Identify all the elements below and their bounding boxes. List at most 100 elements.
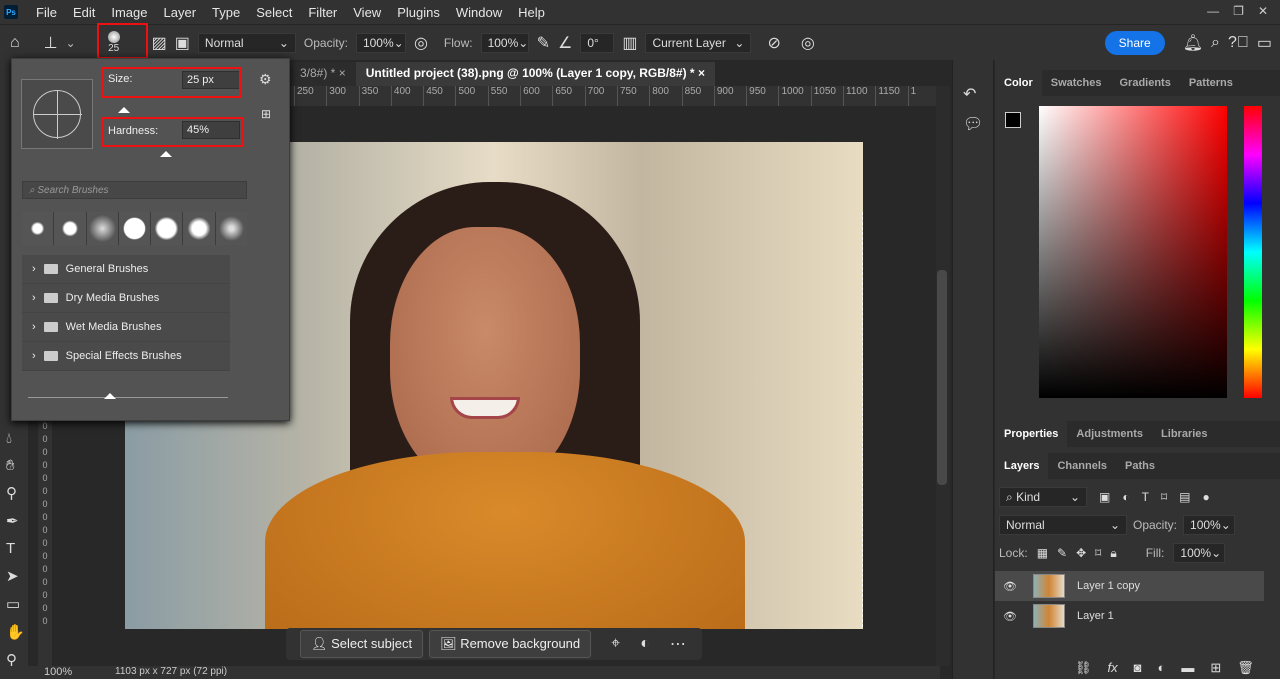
tab-gradients[interactable]: Gradients: [1110, 70, 1179, 96]
rectangle-tool-icon[interactable]: ▭: [6, 595, 25, 613]
gear-icon[interactable]: ⚙: [259, 71, 272, 88]
tab-color[interactable]: Color: [995, 70, 1042, 96]
search-brushes-input[interactable]: ⌕ Search Brushes: [22, 181, 247, 199]
zoom-level[interactable]: 100%: [44, 666, 72, 678]
tab-channels[interactable]: Channels: [1048, 453, 1116, 479]
path-select-icon[interactable]: ➤: [6, 567, 25, 585]
menu-plugins[interactable]: Plugins: [389, 5, 448, 20]
folder-wet-media-brushes[interactable]: › Wet Media Brushes: [22, 313, 230, 342]
group-folder-icon[interactable]: ▬: [1181, 660, 1194, 676]
brush-tip[interactable]: [151, 212, 183, 245]
close-tab-icon[interactable]: ×: [698, 66, 705, 80]
aligned-icon[interactable]: ▥: [622, 33, 637, 53]
layer-filter-select[interactable]: ⌕ Kind ⌄: [999, 487, 1087, 507]
menu-help[interactable]: Help: [510, 5, 553, 20]
minimize-icon[interactable]: —: [1207, 4, 1219, 18]
opacity-input[interactable]: 100% ⌄: [355, 32, 406, 53]
sample-select[interactable]: Current Layer ⌄: [645, 32, 752, 53]
menu-image[interactable]: Image: [103, 5, 155, 20]
pressure-size-icon[interactable]: ◎: [801, 33, 815, 53]
menu-file[interactable]: File: [28, 5, 65, 20]
color-field[interactable]: [1039, 106, 1227, 398]
select-subject-button[interactable]: 👤︎ Select subject: [300, 630, 424, 658]
type-filter-icon[interactable]: T: [1142, 490, 1149, 504]
layer-row-layer-1[interactable]: 👁︎ Layer 1: [995, 601, 1280, 631]
close-icon[interactable]: ✕: [1258, 4, 1268, 18]
menu-view[interactable]: View: [345, 5, 389, 20]
lock-image-icon[interactable]: ✎: [1057, 546, 1067, 560]
brush-settings-icon[interactable]: ▨: [152, 33, 167, 53]
share-button[interactable]: Share: [1104, 30, 1165, 55]
brush-tip[interactable]: [86, 212, 118, 245]
tab-libraries[interactable]: Libraries: [1152, 421, 1216, 447]
fx-icon[interactable]: fx: [1108, 660, 1118, 676]
hand-tool-icon[interactable]: ✋: [6, 623, 25, 641]
new-layer-icon[interactable]: ⊞: [1210, 660, 1221, 676]
type-tool-icon[interactable]: T: [6, 540, 25, 557]
adjustment-filter-icon[interactable]: ◐: [1122, 490, 1129, 504]
mode-select[interactable]: Normal ⌄: [197, 32, 296, 53]
pressure-opacity-icon[interactable]: ◎: [414, 33, 428, 53]
size-slider-handle[interactable]: [118, 101, 130, 113]
pixel-filter-icon[interactable]: ▣: [1099, 490, 1110, 504]
home-icon[interactable]: ⌂: [10, 34, 20, 52]
lock-artboard-icon[interactable]: ⌑: [1095, 546, 1101, 560]
pen-tool-icon[interactable]: ✒︎: [6, 512, 25, 530]
filter-toggle-icon[interactable]: ●: [1202, 490, 1209, 504]
tab-adjustments[interactable]: Adjustments: [1067, 421, 1152, 447]
bell-icon[interactable]: 🔔︎: [1183, 33, 1203, 53]
menu-edit[interactable]: Edit: [65, 5, 103, 20]
folder-special-effects-brushes[interactable]: › Special Effects Brushes: [22, 342, 230, 371]
tab-previous-document[interactable]: 3/8#) * ×: [290, 62, 356, 86]
layer-row-layer-1-copy[interactable]: 👁︎ Layer 1 copy: [995, 571, 1264, 601]
clone-stamp-icon[interactable]: ⊥: [44, 33, 58, 53]
ignore-adjustment-icon[interactable]: ⊘: [767, 33, 780, 53]
restore-icon[interactable]: ❐: [1233, 4, 1244, 18]
tab-swatches[interactable]: Swatches: [1042, 70, 1111, 96]
airbrush-icon[interactable]: ✎: [537, 33, 550, 53]
menu-type[interactable]: Type: [204, 5, 248, 20]
preview-size-slider[interactable]: [28, 397, 228, 398]
more-icon[interactable]: ⋯: [670, 634, 686, 654]
menu-filter[interactable]: Filter: [300, 5, 345, 20]
lock-transparent-icon[interactable]: ▦: [1037, 546, 1048, 560]
transform-icon[interactable]: ⌖: [611, 635, 620, 653]
foreground-color-swatch[interactable]: [1005, 112, 1021, 128]
layer-blend-select[interactable]: Normal ⌄: [999, 515, 1127, 535]
adjustment-icon[interactable]: ◐: [640, 635, 650, 653]
lock-all-icon[interactable]: 🔒︎: [1110, 546, 1116, 561]
link-icon[interactable]: ⛓︎: [1075, 660, 1092, 676]
lock-position-icon[interactable]: ✥: [1076, 546, 1086, 560]
brush-tip[interactable]: [22, 212, 54, 245]
angle-input[interactable]: 0°: [580, 32, 615, 53]
hue-slider[interactable]: [1244, 106, 1262, 398]
dodge-tool-icon[interactable]: ✋︎: [6, 457, 25, 474]
layer-opacity-input[interactable]: 100% ⌄: [1183, 515, 1236, 535]
brush-angle-preview[interactable]: [21, 79, 93, 149]
history-icon[interactable]: ↶: [963, 84, 993, 104]
tab-patterns[interactable]: Patterns: [1180, 70, 1242, 96]
blur-tool-icon[interactable]: 💧︎: [6, 430, 25, 447]
menu-window[interactable]: Window: [448, 5, 510, 20]
tab-paths[interactable]: Paths: [1116, 453, 1164, 479]
preview-size-handle[interactable]: [104, 387, 116, 399]
brush-tip[interactable]: [54, 212, 86, 245]
clone-source-icon[interactable]: ▣: [175, 33, 190, 53]
new-preset-icon[interactable]: ⊞: [261, 107, 271, 121]
remove-background-button[interactable]: 🖼︎ Remove background: [429, 630, 592, 658]
visibility-eye-icon[interactable]: 👁︎: [995, 580, 1025, 593]
fill-input[interactable]: 100% ⌄: [1173, 543, 1226, 563]
scrollbar-thumb[interactable]: [937, 270, 947, 485]
brush-tip[interactable]: [215, 212, 247, 245]
folder-general-brushes[interactable]: › General Brushes: [22, 255, 230, 284]
flow-input[interactable]: 100% ⌄: [480, 32, 529, 53]
tab-active-document[interactable]: Untitled project (38).png @ 100% (Layer …: [355, 62, 715, 86]
brush-tip[interactable]: [183, 212, 215, 245]
menu-select[interactable]: Select: [248, 5, 300, 20]
help-icon[interactable]: ?⃝: [1228, 34, 1249, 52]
tab-layers[interactable]: Layers: [995, 453, 1049, 479]
tab-properties[interactable]: Properties: [995, 421, 1068, 447]
brush-tip[interactable]: [118, 212, 151, 245]
adjustment-layer-icon[interactable]: ◐: [1158, 660, 1166, 676]
search-icon[interactable]: ⌕: [1211, 34, 1220, 52]
